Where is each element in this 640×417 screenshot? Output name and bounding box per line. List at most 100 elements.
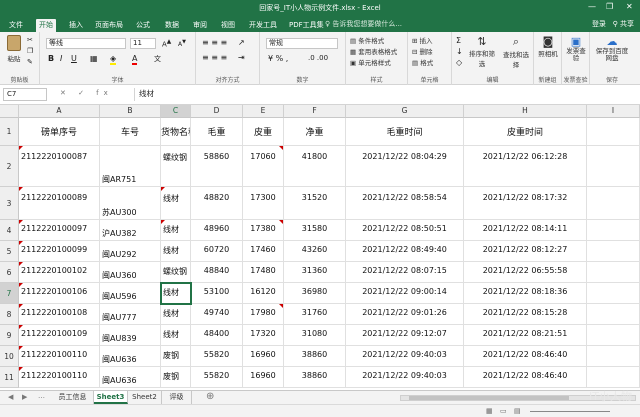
table-cell[interactable] (587, 241, 640, 262)
table-cell[interactable]: 2021/12/22 09:40:03 (346, 346, 464, 367)
table-cell[interactable]: 48400 (191, 325, 243, 346)
name-box[interactable]: C7 (3, 88, 47, 101)
table-cell[interactable]: 49740 (191, 304, 243, 325)
tab-home[interactable]: 开始 (36, 19, 56, 32)
restore-button[interactable]: ❐ (606, 2, 613, 11)
header-cell-gross-time[interactable]: 毛重时间 (346, 118, 464, 146)
table-cell[interactable]: 58860 (191, 146, 243, 187)
align-left-icon[interactable]: ≡ ≡ ≡ (202, 53, 227, 62)
column-header-d[interactable]: D (191, 105, 243, 118)
table-cell[interactable]: 2021/12/22 08:21:51 (464, 325, 587, 346)
table-cell[interactable]: 31360 (284, 262, 346, 283)
invoice-check-button[interactable]: ▣ 发票查验 (564, 35, 588, 62)
tab-pdf-tools[interactable]: PDF工具集 (286, 19, 327, 32)
decimal-icon[interactable]: .0 .00 (308, 54, 328, 62)
comment-indicator-icon[interactable] (279, 146, 283, 150)
table-cell[interactable]: 2021/12/22 08:15:28 (464, 304, 587, 325)
table-cell[interactable]: 17460 (243, 241, 284, 262)
table-cell[interactable]: 41800 (284, 146, 346, 187)
table-cell[interactable]: 2021/12/22 08:17:32 (464, 187, 587, 220)
delete-cells-button[interactable]: ⊟ 删除 (412, 46, 433, 56)
conditional-format-button[interactable]: ▤ 条件格式 (350, 35, 384, 45)
table-cell[interactable]: 38860 (284, 367, 346, 388)
column-header-g[interactable]: G (346, 105, 464, 118)
table-cell[interactable] (587, 262, 640, 283)
table-cell[interactable]: 2112220100102 (19, 262, 100, 283)
tab-insert[interactable]: 插入 (66, 19, 86, 32)
sheet-tab-sheet3[interactable]: Sheet3 (94, 391, 128, 404)
scroll-left-icon[interactable]: ◀ (8, 393, 13, 401)
table-cell[interactable]: 17380 (243, 220, 284, 241)
table-cell[interactable]: 苏AU300 (100, 187, 161, 220)
table-cell[interactable] (587, 304, 640, 325)
table-cell[interactable]: 2021/12/22 09:12:07 (346, 325, 464, 346)
row-header[interactable]: 11 (0, 367, 19, 388)
table-cell[interactable]: 31580 (284, 220, 346, 241)
table-cell[interactable] (587, 346, 640, 367)
column-header-f[interactable]: F (284, 105, 346, 118)
table-cell[interactable]: 2112220100099 (19, 241, 100, 262)
clear-icon[interactable]: ◇ (456, 58, 462, 67)
table-cell[interactable]: 17480 (243, 262, 284, 283)
tab-formulas[interactable]: 公式 (133, 19, 153, 32)
table-cell[interactable]: 16120 (243, 283, 284, 304)
border-icon[interactable]: ▦ (90, 54, 98, 63)
table-cell[interactable]: 48820 (191, 187, 243, 220)
view-page-icon[interactable]: ▭ (500, 407, 507, 415)
table-cell[interactable] (587, 325, 640, 346)
paste-button[interactable]: 粘贴 (4, 35, 24, 63)
table-cell[interactable]: 闽AU636 (100, 367, 161, 388)
save-baidu-button[interactable]: ☁ 保存到百度网盘 (594, 35, 630, 62)
format-as-table-button[interactable]: ▦ 套用表格格式 (350, 46, 397, 56)
sheet-tab-sheet2[interactable]: Sheet2 (128, 391, 162, 404)
close-button[interactable]: ✕ (626, 2, 633, 11)
row-header[interactable]: 4 (0, 220, 19, 241)
table-cell[interactable]: 31080 (284, 325, 346, 346)
header-cell-plate[interactable]: 车号 (100, 118, 161, 146)
table-cell[interactable]: 2021/12/22 08:50:51 (346, 220, 464, 241)
find-select-button[interactable]: ⌕ 查找和选择 (500, 35, 532, 69)
table-cell[interactable]: 线材 (161, 241, 191, 262)
table-cell[interactable]: 2112220100106 (19, 283, 100, 304)
table-cell[interactable]: 2021/12/22 08:49:40 (346, 241, 464, 262)
table-cell[interactable]: 2021/12/22 09:01:26 (346, 304, 464, 325)
table-cell[interactable]: 16960 (243, 346, 284, 367)
tab-page-layout[interactable]: 页面布局 (92, 19, 126, 32)
table-cell[interactable]: 废钢 (161, 346, 191, 367)
table-cell[interactable]: 43260 (284, 241, 346, 262)
minimize-button[interactable]: — (588, 2, 596, 11)
table-cell[interactable]: 沪AU382 (100, 220, 161, 241)
font-name-select[interactable]: 等线 (46, 38, 126, 49)
table-cell[interactable]: 闽AU360 (100, 262, 161, 283)
row-header[interactable]: 9 (0, 325, 19, 346)
column-header-i[interactable]: I (587, 105, 640, 118)
error-indicator-icon[interactable] (19, 283, 23, 287)
table-cell[interactable]: 2021/12/22 08:58:54 (346, 187, 464, 220)
table-cell[interactable]: 螺纹钢 (161, 146, 191, 187)
table-cell[interactable]: 31520 (284, 187, 346, 220)
error-indicator-icon[interactable] (19, 346, 23, 350)
insert-cells-button[interactable]: ⊞ 插入 (412, 35, 433, 45)
table-cell[interactable]: 2021/12/22 09:40:03 (346, 367, 464, 388)
wrap-merge-icon[interactable]: ⇥ (238, 53, 245, 62)
formula-input[interactable]: 线材 (134, 88, 636, 101)
table-cell[interactable]: 2021/12/22 08:04:29 (346, 146, 464, 187)
fill-icon[interactable]: ↓ (456, 47, 463, 56)
row-header[interactable]: 6 (0, 262, 19, 283)
shrink-font-icon[interactable]: A▼ (178, 39, 186, 48)
header-cell-goods[interactable]: 货物名称 (161, 118, 191, 146)
error-indicator-icon[interactable] (19, 187, 23, 191)
table-cell[interactable]: 55820 (191, 346, 243, 367)
tab-file[interactable]: 文件 (6, 19, 26, 32)
column-header-e[interactable]: E (243, 105, 284, 118)
underline-button[interactable]: U (71, 54, 77, 63)
sheet-tab-rating[interactable]: 评级 (162, 391, 192, 404)
table-cell[interactable]: 2112220100089 (19, 187, 100, 220)
table-cell[interactable]: 17320 (243, 325, 284, 346)
table-cell[interactable]: 2021/12/22 08:07:15 (346, 262, 464, 283)
table-cell[interactable]: 16960 (243, 367, 284, 388)
table-cell[interactable]: 2021/12/22 08:12:27 (464, 241, 587, 262)
table-cell[interactable]: 2112220100087 (19, 146, 100, 187)
table-cell[interactable]: 53100 (191, 283, 243, 304)
table-cell[interactable] (587, 146, 640, 187)
